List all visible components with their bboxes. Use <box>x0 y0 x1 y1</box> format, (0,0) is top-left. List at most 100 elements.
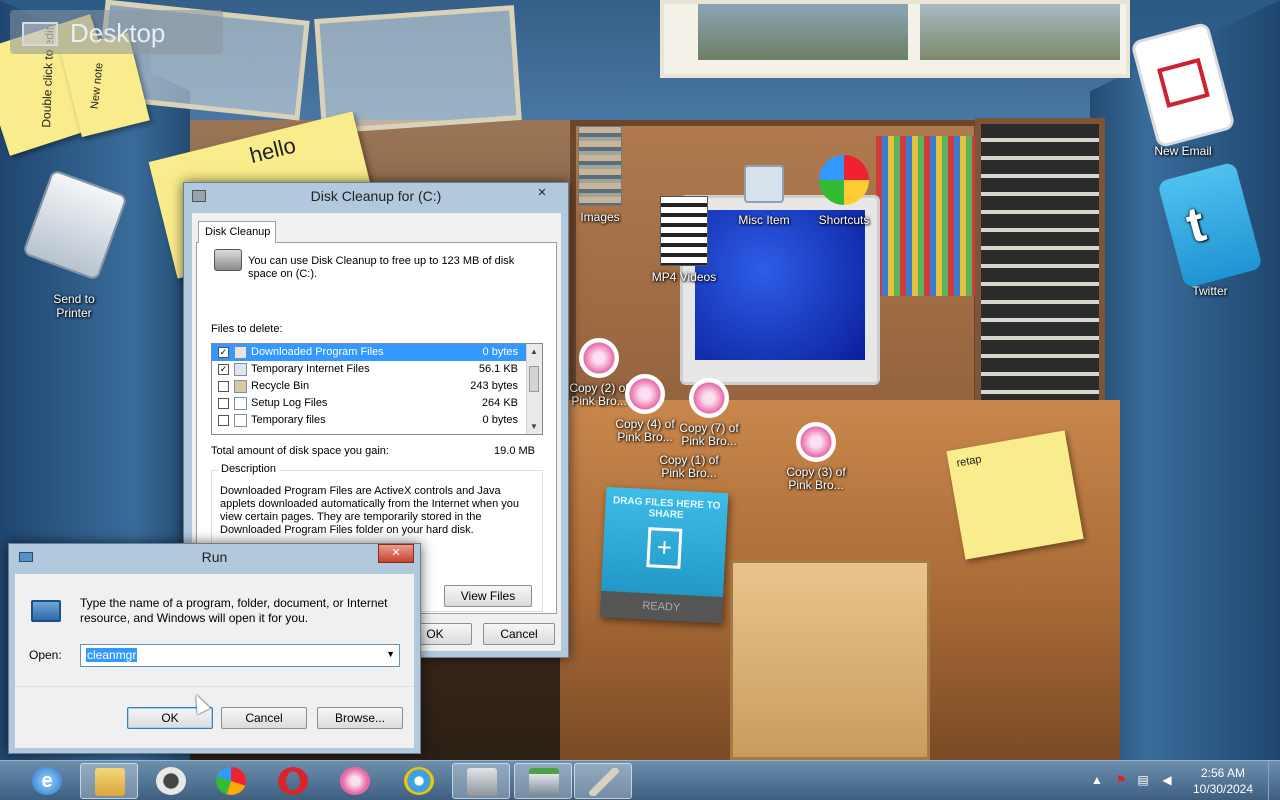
hard-disk-icon <box>214 249 242 271</box>
shortcuts-icon <box>819 155 869 205</box>
clock-date: 10/30/2024 <box>1192 782 1254 796</box>
video-call-icon <box>404 767 434 795</box>
file-row-downloaded-program-files[interactable]: ✓ Downloaded Program Files 0 bytes <box>212 344 542 361</box>
system-tray: ▲ ⚑ ▤ ◀ 2:56 AM 10/30/2024 <box>1090 761 1280 800</box>
taskbar-opera[interactable] <box>264 763 322 799</box>
twitter-icon: t <box>1157 161 1263 289</box>
email-icon <box>1130 21 1236 149</box>
run-title: Run <box>201 549 228 565</box>
image-stack-icon <box>578 126 622 206</box>
document-icon <box>234 414 247 427</box>
open-label: Open: <box>29 648 62 662</box>
taskbar-colorful-app[interactable] <box>202 763 260 799</box>
show-desktop-button[interactable] <box>1268 761 1280 800</box>
monitor-screen <box>695 210 865 360</box>
twitter-t-glyph: t <box>1180 195 1212 254</box>
pen-tool-icon <box>589 768 619 796</box>
taskbar-media-player[interactable] <box>142 763 200 799</box>
desktop-icon-mp4-videos[interactable]: MP4 Videos <box>648 196 720 284</box>
file-row-setup-log-files[interactable]: Setup Log Files 264 KB <box>212 395 542 412</box>
files-to-delete-list[interactable]: ✓ Downloaded Program Files 0 bytes ✓ Tem… <box>211 343 543 435</box>
document-icon <box>234 397 247 410</box>
run-titlebar[interactable]: Run ✕ <box>9 544 420 570</box>
media-player-icon <box>156 767 186 795</box>
desktop-icon-shortcuts[interactable]: Shortcuts <box>812 155 876 227</box>
disk-cleanup-close-button[interactable]: ✕ <box>524 185 560 204</box>
checkbox-unchecked[interactable] <box>218 381 229 392</box>
pink-rose-icon <box>340 767 370 795</box>
run-button-bar: OK Cancel Browse... <box>15 686 414 748</box>
run-dialog[interactable]: Run ✕ Type the name of a program, folder… <box>8 543 421 754</box>
run-prompt: Type the name of a program, folder, docu… <box>80 596 388 625</box>
checkbox-checked[interactable]: ✓ <box>218 347 229 358</box>
desktop-icon-new-email[interactable]: New Email <box>1128 21 1238 158</box>
misc-item-icon <box>744 165 784 203</box>
opera-icon <box>278 767 308 795</box>
show-hidden-icons-icon[interactable]: ▲ <box>1090 773 1104 787</box>
checkbox-unchecked[interactable] <box>218 398 229 409</box>
file-row-temporary-files[interactable]: Temporary files 0 bytes <box>212 412 542 429</box>
disk-cleanup-cancel-button[interactable]: Cancel <box>483 623 555 645</box>
scroll-thumb[interactable] <box>529 366 539 392</box>
add-file-icon: + <box>646 527 683 569</box>
total-space-label: Total amount of disk space you gain: <box>211 445 389 457</box>
tab-disk-cleanup[interactable]: Disk Cleanup <box>198 221 276 243</box>
video-stack-icon <box>660 196 708 266</box>
envelope-icon <box>1157 57 1210 108</box>
total-space-value: 19.0 MB <box>494 445 535 457</box>
taskbar-run[interactable] <box>514 763 572 799</box>
disk-cleanup-title: Disk Cleanup for (C:) <box>310 188 442 204</box>
recycle-bin-icon <box>234 380 247 393</box>
desktop-icon-send-to-printer[interactable]: Send to Printer <box>5 169 145 320</box>
desktop-icon-misc-item[interactable]: Misc Item <box>732 165 796 227</box>
desk-drawer <box>730 560 930 760</box>
taskbar-file-explorer[interactable] <box>80 763 138 799</box>
run-cancel-button[interactable]: Cancel <box>221 707 307 729</box>
run-icon <box>31 600 61 622</box>
taskbar-pink-rose[interactable] <box>326 763 384 799</box>
drag-tile-title: DRAG FILES HERE TO SHARE <box>612 495 721 521</box>
folder-icon <box>95 768 125 796</box>
desktop-icon-pink-rose-3[interactable]: Copy (3) of Pink Bro... <box>784 422 848 492</box>
volume-muted-icon[interactable]: ◀ <box>1160 773 1174 787</box>
run-body: Type the name of a program, folder, docu… <box>15 574 414 748</box>
drag-files-share-tile[interactable]: DRAG FILES HERE TO SHARE + READY <box>599 486 729 624</box>
file-row-temporary-internet-files[interactable]: ✓ Temporary Internet Files 56.1 KB <box>212 361 542 378</box>
taskbar-pen-tool[interactable] <box>574 763 632 799</box>
scroll-up-icon[interactable]: ▲ <box>530 347 538 356</box>
sticky-note-retap[interactable]: retap <box>946 430 1084 560</box>
open-combobox[interactable]: cleanmgr ▼ <box>80 644 400 667</box>
disk-cleanup-titlebar[interactable]: Disk Cleanup for (C:) ✕ <box>184 183 568 209</box>
desktop-icon-images[interactable]: Images <box>570 126 630 224</box>
pink-rose-icon <box>796 422 836 462</box>
clock[interactable]: 2:56 AM 10/30/2024 <box>1188 765 1258 797</box>
scroll-down-icon[interactable]: ▼ <box>530 422 538 431</box>
colorful-app-icon <box>216 767 246 795</box>
run-browse-button[interactable]: Browse... <box>317 707 403 729</box>
action-center-flag-icon[interactable]: ⚑ <box>1114 773 1128 787</box>
taskbar: e ▲ ⚑ ▤ ◀ 2:56 AM 10/30/2024 <box>0 760 1280 800</box>
sticky-note-text: retap <box>955 453 983 470</box>
disk-cleanup-intro: You can use Disk Cleanup to free up to 1… <box>248 255 515 280</box>
taskbar-video-call[interactable] <box>390 763 448 799</box>
desktop-label: Desktop <box>10 10 223 54</box>
view-files-button[interactable]: View Files <box>444 585 532 607</box>
desktop-mini-icon <box>22 22 58 46</box>
open-input-value[interactable]: cleanmgr <box>86 648 138 662</box>
checkbox-unchecked[interactable] <box>218 415 229 426</box>
chevron-down-icon[interactable]: ▼ <box>386 649 395 659</box>
internet-explorer-icon: e <box>32 767 62 795</box>
network-icon[interactable]: ▤ <box>1136 773 1150 787</box>
file-row-recycle-bin[interactable]: Recycle Bin 243 bytes <box>212 378 542 395</box>
desktop-icon-twitter[interactable]: t Twitter <box>1157 161 1263 298</box>
description-title: Description <box>218 463 280 475</box>
checkbox-checked[interactable]: ✓ <box>218 364 229 375</box>
clock-time: 2:56 AM <box>1200 766 1246 780</box>
file-list-scrollbar[interactable]: ▲ ▼ <box>526 344 542 434</box>
taskbar-disk-cleanup[interactable] <box>452 763 510 799</box>
run-close-button[interactable]: ✕ <box>378 544 414 563</box>
printer-icon <box>22 169 128 281</box>
files-to-delete-label: Files to delete: <box>211 323 283 335</box>
desktop-icon-pink-rose-1[interactable]: Copy (1) of Pink Bro... <box>656 410 722 480</box>
taskbar-internet-explorer[interactable]: e <box>18 763 76 799</box>
